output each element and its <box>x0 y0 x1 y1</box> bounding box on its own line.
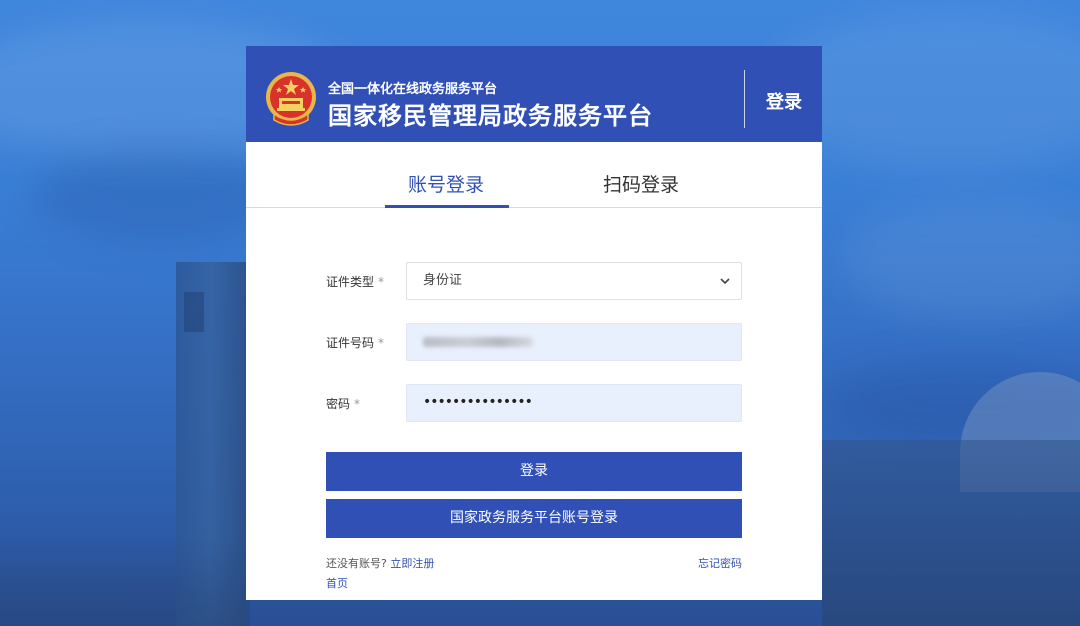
hill <box>0 536 250 626</box>
platform-title: 国家移民管理局政务服务平台 <box>328 102 653 130</box>
id-number-row: 证件号码 * <box>326 323 742 361</box>
card-header: 全国一体化在线政务服务平台 国家移民管理局政务服务平台 登录 <box>246 46 822 142</box>
password-row: 密码 * ••••••••••••••• <box>326 384 742 422</box>
password-value: ••••••••••••••• <box>423 394 533 410</box>
required-mark: * <box>378 336 385 350</box>
id-type-label-text: 证件类型 <box>326 275 375 289</box>
required-mark: * <box>378 275 385 289</box>
active-tab-indicator <box>385 205 509 208</box>
password-label-text: 密码 <box>326 397 351 411</box>
login-button[interactable]: 登录 <box>326 452 742 491</box>
register-prompt: 还没有账号? 立即注册 <box>326 555 434 571</box>
city-skyline <box>822 440 1080 626</box>
chevron-down-icon <box>720 278 730 285</box>
password-input[interactable]: ••••••••••••••• <box>406 384 742 422</box>
tab-qrcode-login[interactable]: 扫码登录 <box>603 170 679 197</box>
id-type-row: 证件类型 * 身份证 <box>326 262 742 300</box>
no-account-text: 还没有账号? <box>326 557 387 570</box>
forgot-password-link[interactable]: 忘记密码 <box>698 555 742 571</box>
id-number-input[interactable] <box>406 323 742 361</box>
header-login-label[interactable]: 登录 <box>766 88 802 114</box>
obscured-id-number <box>423 337 533 347</box>
home-link[interactable]: 首页 <box>326 575 348 591</box>
login-card: 全国一体化在线政务服务平台 国家移民管理局政务服务平台 登录 账号登录 扫码登录… <box>246 46 822 600</box>
register-link[interactable]: 立即注册 <box>390 557 434 570</box>
login-tabs: 账号登录 扫码登录 <box>246 142 822 208</box>
password-label: 密码 * <box>326 395 360 412</box>
tab-account-login[interactable]: 账号登录 <box>408 170 484 197</box>
header-divider <box>744 70 745 128</box>
required-mark: * <box>354 397 361 411</box>
id-type-value: 身份证 <box>423 273 463 288</box>
national-emblem-icon <box>266 72 316 126</box>
platform-subtitle: 全国一体化在线政务服务平台 <box>328 82 498 97</box>
id-number-label: 证件号码 * <box>326 334 384 351</box>
id-type-select[interactable]: 身份证 <box>406 262 742 300</box>
cloud <box>840 200 1080 320</box>
gov-platform-login-button[interactable]: 国家政务服务平台账号登录 <box>326 499 742 538</box>
id-number-label-text: 证件号码 <box>326 336 375 350</box>
id-type-label: 证件类型 * <box>326 273 384 290</box>
